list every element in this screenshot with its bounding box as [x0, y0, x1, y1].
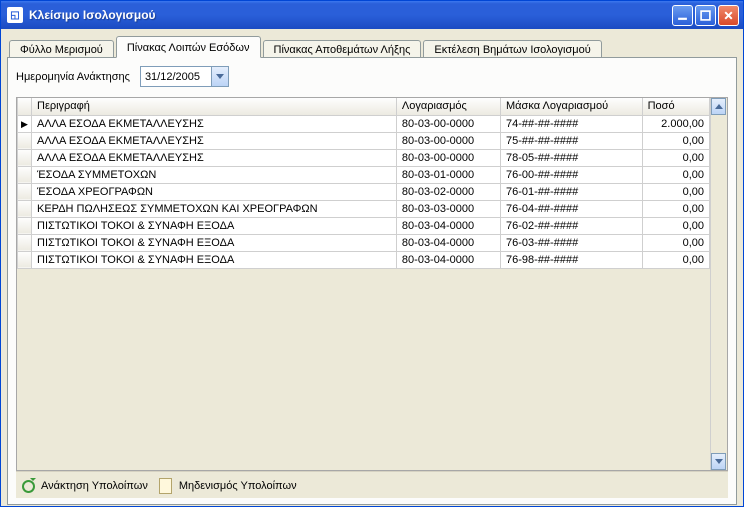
cell-account[interactable]: 80-03-00-0000: [396, 132, 500, 149]
tab-other-income[interactable]: Πίνακας Λοιπών Εσόδων: [116, 36, 261, 58]
cell-desc[interactable]: ΠΙΣΤΩΤΙΚΟΙ ΤΟΚΟΙ & ΣΥΝΑΦΗ ΕΞΟΔΑ: [32, 251, 397, 268]
table-row[interactable]: ΠΙΣΤΩΤΙΚΟΙ ΤΟΚΟΙ & ΣΥΝΑΦΗ ΕΞΟΔΑ80-03-04-…: [18, 234, 710, 251]
cell-desc[interactable]: ΠΙΣΤΩΤΙΚΟΙ ΤΟΚΟΙ & ΣΥΝΑΦΗ ΕΞΟΔΑ: [32, 217, 397, 234]
titlebar: ◱ Κλείσιμο Ισολογισμού: [1, 1, 743, 29]
retrieval-date-field[interactable]: [141, 69, 211, 85]
row-indicator: [18, 132, 32, 149]
col-description[interactable]: Περιγραφή: [32, 98, 397, 115]
col-account[interactable]: Λογαριασμός: [396, 98, 500, 115]
row-selector-header: [18, 98, 32, 115]
minimize-button[interactable]: [672, 5, 693, 26]
cell-mask[interactable]: 78-05-##-####: [501, 149, 643, 166]
app-window: ◱ Κλείσιμο Ισολογισμού Φύλλο Μερισμού Πί…: [0, 0, 744, 507]
reset-balances-button[interactable]: Μηδενισμός Υπολοίπων: [158, 478, 297, 494]
row-indicator: ▶: [18, 115, 32, 132]
cell-account[interactable]: 80-03-00-0000: [396, 115, 500, 132]
row-indicator: [18, 149, 32, 166]
retrieve-balances-button[interactable]: Ανάκτηση Υπολοίπων: [20, 478, 148, 494]
cell-desc[interactable]: ΈΣΟΔΑ ΧΡΕΟΓΡΑΦΩΝ: [32, 183, 397, 200]
cell-mask[interactable]: 76-98-##-####: [501, 251, 643, 268]
cell-account[interactable]: 80-03-01-0000: [396, 166, 500, 183]
table-row[interactable]: ΑΛΛΑ ΕΣΟΔΑ ΕΚΜΕΤΑΛΛΕΥΣΗΣ80-03-00-000075-…: [18, 132, 710, 149]
retrieval-date-label: Ημερομηνία Ανάκτησης: [16, 71, 130, 83]
cell-mask[interactable]: 76-00-##-####: [501, 166, 643, 183]
close-button[interactable]: [718, 5, 739, 26]
retrieval-date-input[interactable]: [140, 66, 229, 87]
action-bar: Ανάκτηση Υπολοίπων Μηδενισμός Υπολοίπων: [16, 471, 728, 498]
app-icon: ◱: [7, 7, 23, 23]
col-amount[interactable]: Ποσό: [642, 98, 709, 115]
grid-header-row: Περιγραφή Λογαριασμός Μάσκα Λογαριασμού …: [18, 98, 710, 115]
tab-panel: Ημερομηνία Ανάκτησης Περιγραφή: [7, 57, 737, 505]
scroll-down-button[interactable]: [711, 453, 726, 470]
cell-desc[interactable]: ΚΕΡΔΗ ΠΩΛΗΣΕΩΣ ΣΥΜΜΕΤΟΧΩΝ ΚΑΙ ΧΡΕΟΓΡΑΦΩΝ: [32, 200, 397, 217]
row-indicator: [18, 234, 32, 251]
reset-balances-label: Μηδενισμός Υπολοίπων: [179, 480, 297, 492]
col-mask[interactable]: Μάσκα Λογαριασμού: [501, 98, 643, 115]
cell-account[interactable]: 80-03-03-0000: [396, 200, 500, 217]
vertical-scrollbar[interactable]: [710, 98, 727, 470]
scroll-up-button[interactable]: [711, 98, 726, 115]
cell-amount[interactable]: 0,00: [642, 200, 709, 217]
cell-mask[interactable]: 74-##-##-####: [501, 115, 643, 132]
refresh-icon: [20, 478, 36, 494]
cell-amount[interactable]: 0,00: [642, 183, 709, 200]
cell-mask[interactable]: 76-01-##-####: [501, 183, 643, 200]
cell-desc[interactable]: ΠΙΣΤΩΤΙΚΟΙ ΤΟΚΟΙ & ΣΥΝΑΦΗ ΕΞΟΔΑ: [32, 234, 397, 251]
maximize-button[interactable]: [695, 5, 716, 26]
cell-amount[interactable]: 0,00: [642, 251, 709, 268]
data-grid: Περιγραφή Λογαριασμός Μάσκα Λογαριασμού …: [16, 97, 728, 471]
cell-amount[interactable]: 0,00: [642, 132, 709, 149]
date-dropdown-button[interactable]: [211, 67, 228, 86]
client-area: Φύλλο Μερισμού Πίνακας Λοιπών Εσόδων Πίν…: [1, 29, 743, 506]
cell-account[interactable]: 80-03-04-0000: [396, 251, 500, 268]
tabstrip: Φύλλο Μερισμού Πίνακας Λοιπών Εσόδων Πίν…: [7, 35, 737, 58]
cell-mask[interactable]: 76-02-##-####: [501, 217, 643, 234]
window-title: Κλείσιμο Ισολογισμού: [29, 8, 672, 22]
cell-amount[interactable]: 0,00: [642, 234, 709, 251]
cell-account[interactable]: 80-03-00-0000: [396, 149, 500, 166]
cell-desc[interactable]: ΑΛΛΑ ΕΣΟΔΑ ΕΚΜΕΤΑΛΛΕΥΣΗΣ: [32, 115, 397, 132]
row-indicator: [18, 183, 32, 200]
cell-desc[interactable]: ΑΛΛΑ ΕΣΟΔΑ ΕΚΜΕΤΑΛΛΕΥΣΗΣ: [32, 149, 397, 166]
document-icon: [158, 478, 174, 494]
cell-amount[interactable]: 0,00: [642, 149, 709, 166]
table-row[interactable]: ΠΙΣΤΩΤΙΚΟΙ ΤΟΚΟΙ & ΣΥΝΑΦΗ ΕΞΟΔΑ80-03-04-…: [18, 217, 710, 234]
retrieval-date-row: Ημερομηνία Ανάκτησης: [16, 66, 728, 87]
cell-account[interactable]: 80-03-04-0000: [396, 234, 500, 251]
window-controls: [672, 5, 739, 26]
table-row[interactable]: ΚΕΡΔΗ ΠΩΛΗΣΕΩΣ ΣΥΜΜΕΤΟΧΩΝ ΚΑΙ ΧΡΕΟΓΡΑΦΩΝ…: [18, 200, 710, 217]
table-row[interactable]: ΈΣΟΔΑ ΣΥΜΜΕΤΟΧΩΝ80-03-01-000076-00-##-##…: [18, 166, 710, 183]
cell-amount[interactable]: 2.000,00: [642, 115, 709, 132]
row-indicator: [18, 200, 32, 217]
cell-mask[interactable]: 76-03-##-####: [501, 234, 643, 251]
row-indicator: [18, 166, 32, 183]
cell-mask[interactable]: 76-04-##-####: [501, 200, 643, 217]
retrieve-balances-label: Ανάκτηση Υπολοίπων: [41, 480, 148, 492]
cell-desc[interactable]: ΈΣΟΔΑ ΣΥΜΜΕΤΟΧΩΝ: [32, 166, 397, 183]
cell-mask[interactable]: 75-##-##-####: [501, 132, 643, 149]
row-indicator: [18, 251, 32, 268]
table-row[interactable]: ΈΣΟΔΑ ΧΡΕΟΓΡΑΦΩΝ80-03-02-000076-01-##-##…: [18, 183, 710, 200]
cell-amount[interactable]: 0,00: [642, 166, 709, 183]
cell-desc[interactable]: ΑΛΛΑ ΕΣΟΔΑ ΕΚΜΕΤΑΛΛΕΥΣΗΣ: [32, 132, 397, 149]
table-row[interactable]: ▶ΑΛΛΑ ΕΣΟΔΑ ΕΚΜΕΤΑΛΛΕΥΣΗΣ80-03-00-000074…: [18, 115, 710, 132]
table-row[interactable]: ΑΛΛΑ ΕΣΟΔΑ ΕΚΜΕΤΑΛΛΕΥΣΗΣ80-03-00-000078-…: [18, 149, 710, 166]
cell-account[interactable]: 80-03-02-0000: [396, 183, 500, 200]
cell-amount[interactable]: 0,00: [642, 217, 709, 234]
table-row[interactable]: ΠΙΣΤΩΤΙΚΟΙ ΤΟΚΟΙ & ΣΥΝΑΦΗ ΕΞΟΔΑ80-03-04-…: [18, 251, 710, 268]
row-indicator: [18, 217, 32, 234]
cell-account[interactable]: 80-03-04-0000: [396, 217, 500, 234]
